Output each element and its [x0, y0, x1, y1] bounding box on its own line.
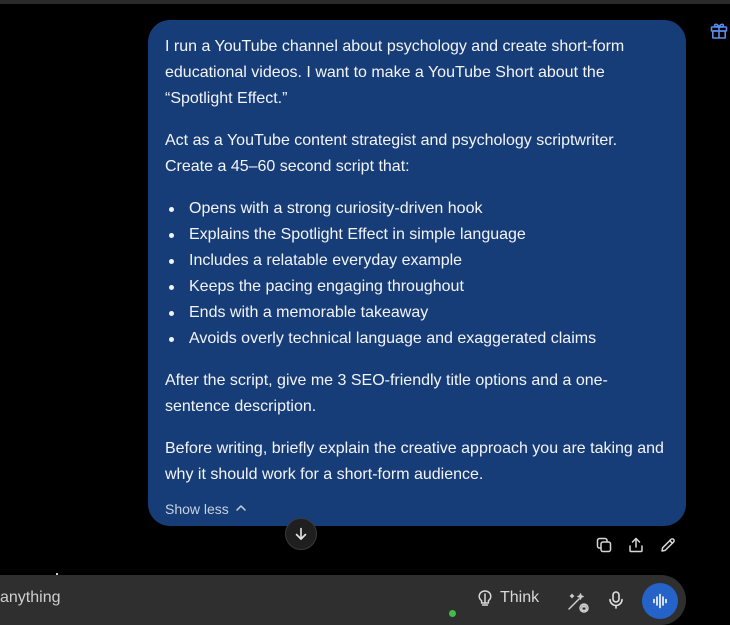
think-button[interactable]: Think [476, 589, 539, 607]
think-label: Think [500, 589, 540, 606]
copy-icon[interactable] [594, 535, 614, 555]
message-bullet-list: Opens with a strong curiosity-driven hoo… [165, 196, 668, 352]
user-message-bubble: I run a YouTube channel about psychology… [148, 20, 686, 526]
share-icon[interactable] [626, 535, 646, 555]
message-paragraph-intro: I run a YouTube channel about psychology… [165, 38, 625, 107]
composer-input[interactable] [0, 589, 200, 607]
list-item: Ends with a memorable takeaway [169, 300, 668, 326]
composer: Think [0, 575, 686, 625]
list-item: Includes a relatable everyday example [169, 248, 668, 274]
voice-waveform-icon [651, 592, 669, 610]
message-paragraph-before: Before writing, briefly explain the crea… [165, 440, 664, 483]
microphone-icon[interactable] [606, 590, 626, 610]
chevron-up-icon [235, 496, 247, 522]
message-actions [594, 535, 678, 555]
top-bar [0, 0, 730, 4]
list-item: Explains the Spotlight Effect in simple … [169, 222, 668, 248]
show-less-label: Show less [165, 501, 229, 517]
list-item: Opens with a strong curiosity-driven hoo… [169, 196, 668, 222]
tools-icon[interactable] [566, 590, 590, 614]
status-dot [449, 610, 456, 617]
voice-mode-button[interactable] [642, 583, 678, 619]
list-item: Keeps the pacing engaging throughout [169, 274, 668, 300]
show-less-button[interactable]: Show less [165, 496, 247, 522]
message-paragraph-after: After the script, give me 3 SEO-friendly… [165, 372, 608, 415]
arrow-down-icon [293, 526, 309, 542]
message-paragraph-role: Act as a YouTube content strategist and … [165, 132, 618, 175]
gift-icon[interactable] [709, 20, 729, 40]
edit-icon[interactable] [658, 535, 678, 555]
list-item: Avoids overly technical language and exa… [169, 326, 668, 352]
scroll-to-bottom-button[interactable] [285, 518, 317, 550]
lightbulb-icon [476, 589, 494, 607]
